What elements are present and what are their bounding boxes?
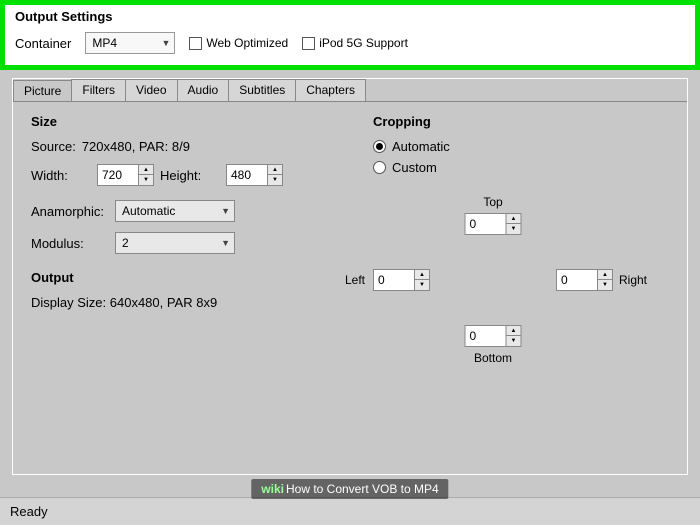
ipod-support-label: iPod 5G Support bbox=[319, 36, 408, 50]
up-icon[interactable]: ▲ bbox=[507, 214, 521, 224]
anamorphic-row: Anamorphic: Automatic ▼ bbox=[31, 200, 331, 222]
size-column: Size Source: 720x480, PAR: 8/9 Width: ▲▼… bbox=[31, 114, 331, 320]
down-icon[interactable]: ▼ bbox=[415, 280, 429, 290]
crop-bottom-label: Bottom bbox=[474, 351, 512, 365]
crop-top-spinner[interactable]: ▲▼ bbox=[465, 213, 522, 235]
modulus-label: Modulus: bbox=[31, 236, 109, 251]
display-size-value: Display Size: 640x480, PAR 8x9 bbox=[31, 295, 217, 310]
output-settings-title: Output Settings bbox=[15, 9, 685, 24]
cropping-title: Cropping bbox=[373, 114, 653, 129]
display-size-row: Display Size: 640x480, PAR 8x9 bbox=[31, 295, 331, 310]
tab-picture[interactable]: Picture bbox=[13, 80, 72, 102]
ipod-support-checkbox[interactable]: iPod 5G Support bbox=[302, 36, 408, 50]
spinner-buttons[interactable]: ▲▼ bbox=[506, 326, 521, 346]
source-label: Source: bbox=[31, 139, 76, 154]
tab-audio[interactable]: Audio bbox=[177, 79, 230, 101]
up-icon[interactable]: ▲ bbox=[268, 165, 282, 175]
watermark-brand: wiki bbox=[261, 482, 284, 496]
height-input[interactable] bbox=[227, 165, 267, 185]
container-label: Container bbox=[15, 36, 71, 51]
spinner-buttons[interactable]: ▲▼ bbox=[414, 270, 429, 290]
container-value: MP4 bbox=[92, 36, 117, 50]
status-bar: Ready bbox=[0, 497, 700, 525]
crop-left-label: Left bbox=[345, 273, 365, 287]
height-spinner[interactable]: ▲▼ bbox=[226, 164, 283, 186]
crop-grid: Top ▲▼ Left ▲▼ ▲▼ Right ▲▼ bbox=[373, 195, 613, 365]
picture-tab-body: Size Source: 720x480, PAR: 8/9 Width: ▲▼… bbox=[13, 101, 687, 472]
up-icon[interactable]: ▲ bbox=[507, 326, 521, 336]
crop-left-spinner[interactable]: ▲▼ bbox=[373, 269, 430, 291]
crop-right-input[interactable] bbox=[557, 270, 597, 290]
width-label: Width: bbox=[31, 168, 91, 183]
crop-bottom-spinner[interactable]: ▲▼ bbox=[465, 325, 522, 347]
down-icon[interactable]: ▼ bbox=[598, 280, 612, 290]
cropping-custom-label: Custom bbox=[392, 160, 437, 175]
cropping-automatic-label: Automatic bbox=[392, 139, 450, 154]
chevron-down-icon: ▼ bbox=[161, 38, 170, 48]
output-settings-panel: Output Settings Container MP4 ▼ Web Opti… bbox=[0, 0, 700, 70]
down-icon[interactable]: ▼ bbox=[268, 175, 282, 185]
up-icon[interactable]: ▲ bbox=[139, 165, 153, 175]
chevron-down-icon: ▼ bbox=[221, 206, 230, 216]
modulus-value: 2 bbox=[122, 236, 129, 250]
tab-filters[interactable]: Filters bbox=[71, 79, 126, 101]
down-icon[interactable]: ▼ bbox=[507, 336, 521, 346]
spinner-buttons[interactable]: ▲▼ bbox=[267, 165, 282, 185]
crop-top-input[interactable] bbox=[466, 214, 506, 234]
spinner-buttons[interactable]: ▲▼ bbox=[138, 165, 153, 185]
crop-bottom-input[interactable] bbox=[466, 326, 506, 346]
crop-right-label: Right bbox=[619, 273, 647, 287]
tab-video[interactable]: Video bbox=[125, 79, 177, 101]
anamorphic-value: Automatic bbox=[122, 204, 175, 218]
tab-subtitles[interactable]: Subtitles bbox=[228, 79, 296, 101]
up-icon[interactable]: ▲ bbox=[598, 270, 612, 280]
container-dropdown[interactable]: MP4 ▼ bbox=[85, 32, 175, 54]
width-input[interactable] bbox=[98, 165, 138, 185]
cropping-column: Cropping Automatic Custom Top ▲▼ Left ▲▼ bbox=[373, 114, 653, 365]
checkbox-icon bbox=[302, 37, 315, 50]
watermark: wikiHow to Convert VOB to MP4 bbox=[251, 479, 448, 499]
tab-bar: Picture Filters Video Audio Subtitles Ch… bbox=[13, 79, 687, 101]
modulus-row: Modulus: 2 ▼ bbox=[31, 232, 331, 254]
source-row: Source: 720x480, PAR: 8/9 bbox=[31, 139, 331, 154]
output-settings-row: Container MP4 ▼ Web Optimized iPod 5G Su… bbox=[15, 32, 685, 54]
source-value: 720x480, PAR: 8/9 bbox=[82, 139, 190, 154]
chevron-down-icon: ▼ bbox=[221, 238, 230, 248]
crop-left-input[interactable] bbox=[374, 270, 414, 290]
crop-right-spinner[interactable]: ▲▼ bbox=[556, 269, 613, 291]
status-text: Ready bbox=[10, 504, 48, 519]
web-optimized-label: Web Optimized bbox=[206, 36, 288, 50]
web-optimized-checkbox[interactable]: Web Optimized bbox=[189, 36, 288, 50]
checkbox-icon bbox=[189, 37, 202, 50]
down-icon[interactable]: ▼ bbox=[507, 224, 521, 234]
settings-panel: Picture Filters Video Audio Subtitles Ch… bbox=[12, 78, 688, 475]
up-icon[interactable]: ▲ bbox=[415, 270, 429, 280]
crop-top-label: Top bbox=[483, 195, 502, 209]
width-spinner[interactable]: ▲▼ bbox=[97, 164, 154, 186]
modulus-dropdown[interactable]: 2 ▼ bbox=[115, 232, 235, 254]
size-title: Size bbox=[31, 114, 331, 129]
spinner-buttons[interactable]: ▲▼ bbox=[506, 214, 521, 234]
radio-icon bbox=[373, 161, 386, 174]
anamorphic-dropdown[interactable]: Automatic ▼ bbox=[115, 200, 235, 222]
tab-chapters[interactable]: Chapters bbox=[295, 79, 366, 101]
anamorphic-label: Anamorphic: bbox=[31, 204, 109, 219]
down-icon[interactable]: ▼ bbox=[139, 175, 153, 185]
spinner-buttons[interactable]: ▲▼ bbox=[597, 270, 612, 290]
dimensions-row: Width: ▲▼ Height: ▲▼ bbox=[31, 164, 331, 186]
height-label: Height: bbox=[160, 168, 220, 183]
watermark-text: How to Convert VOB to MP4 bbox=[286, 482, 439, 496]
output-title: Output bbox=[31, 270, 331, 285]
cropping-automatic-radio[interactable]: Automatic bbox=[373, 139, 653, 154]
radio-icon bbox=[373, 140, 386, 153]
cropping-custom-radio[interactable]: Custom bbox=[373, 160, 653, 175]
